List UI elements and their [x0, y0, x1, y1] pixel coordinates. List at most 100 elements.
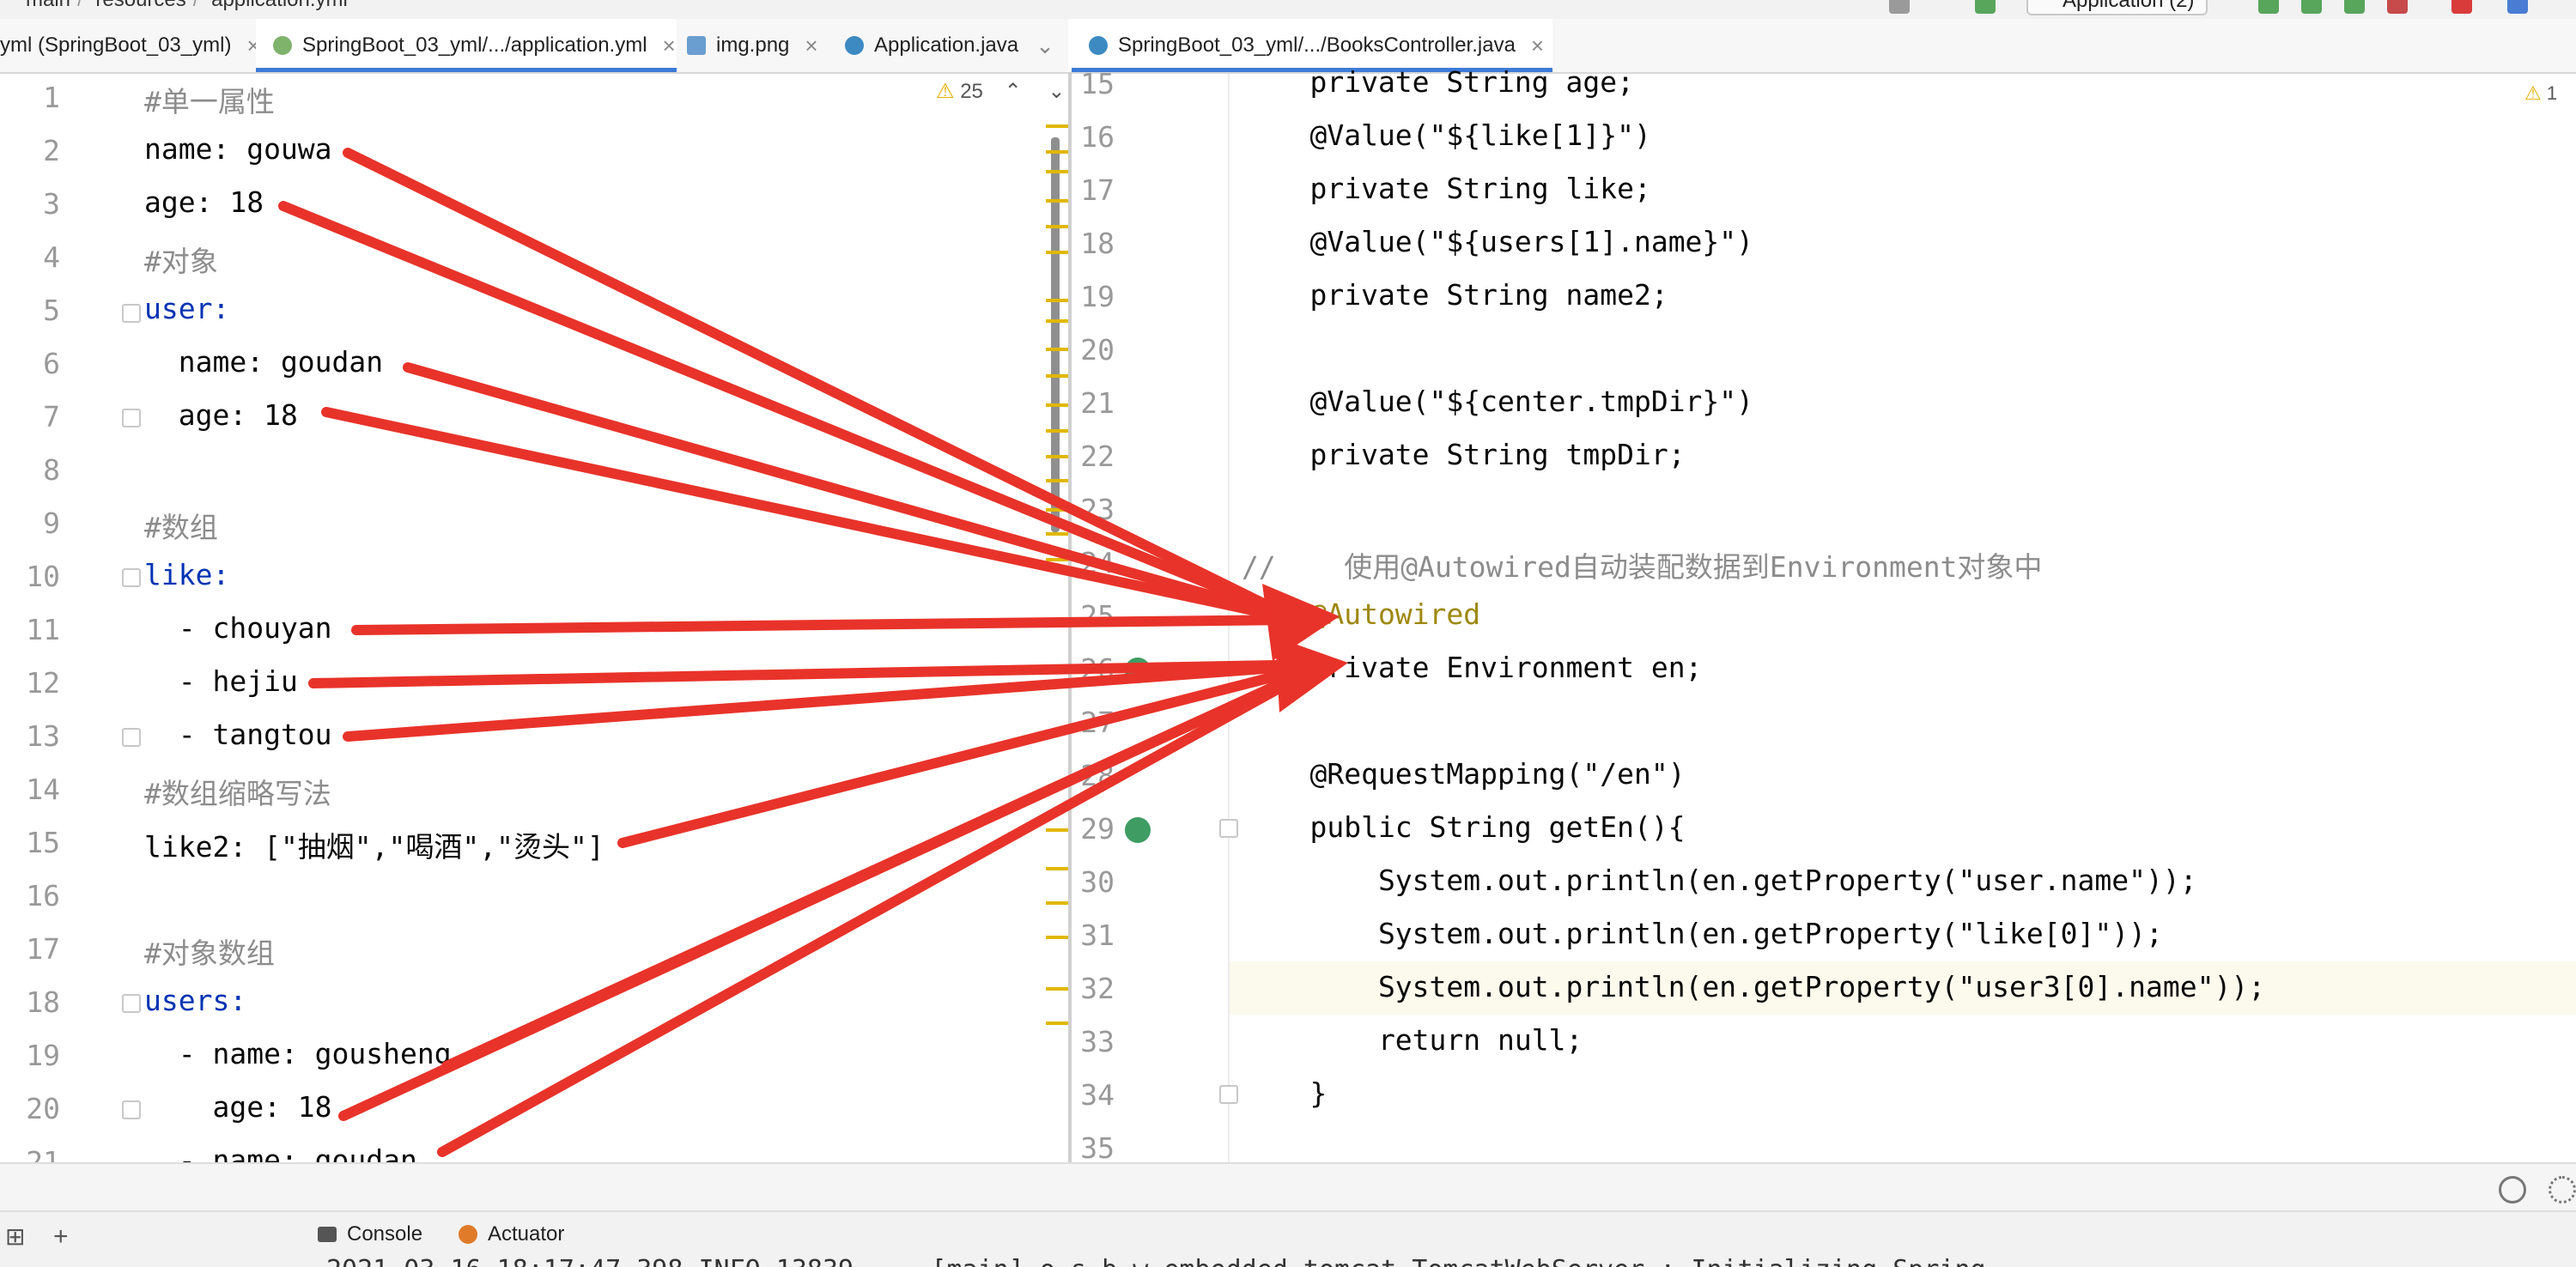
code-line[interactable]: - name: gousheng [144, 1037, 452, 1070]
build-hammer-icon[interactable] [1975, 0, 1996, 14]
run-tool-window: ⊞ + Console Actuator 2021-03-16 18:17:47… [0, 1210, 2576, 1267]
breadcrumb-item[interactable]: resources [95, 0, 185, 11]
run-configuration-select[interactable]: Application (2) [2026, 0, 2208, 15]
line-number: 27 [1080, 706, 1115, 739]
code-line[interactable]: private String like; [1242, 172, 1650, 205]
fold-marker[interactable] [1219, 1085, 1238, 1104]
code-line[interactable]: - chouyan [144, 611, 332, 645]
code-line[interactable]: @Autowired [1242, 597, 1480, 631]
code-line[interactable]: user: [144, 292, 229, 325]
code-line[interactable]: System.out.println(en.getProperty("user3… [1242, 970, 2265, 1003]
code-line[interactable]: #数组缩略写法 [144, 771, 331, 812]
code-line[interactable]: like2: ["抽烟","喝酒","烫头"] [144, 824, 605, 865]
chevron-up-icon[interactable]: ⌃ [1005, 80, 1022, 103]
line-number: 33 [1080, 1025, 1115, 1058]
run-icon[interactable] [2258, 0, 2279, 14]
gear-icon[interactable] [2549, 1176, 2576, 1203]
line-number: 20 [1080, 333, 1115, 367]
web-endpoint-icon[interactable] [1125, 817, 1151, 843]
code-line[interactable]: age: 18 [144, 185, 264, 219]
code-line[interactable]: #对象 [144, 239, 218, 280]
code-line[interactable]: @RequestMapping("/en") [1242, 757, 1685, 791]
bean-autowire-icon[interactable] [1125, 658, 1151, 683]
code-line[interactable]: #单一属性 [144, 79, 275, 120]
code-line[interactable]: private String name2; [1242, 278, 1668, 312]
translate-icon[interactable] [2507, 0, 2528, 14]
line-number: 25 [1080, 599, 1115, 633]
java-class-icon [1089, 36, 1108, 55]
warning-stripe[interactable] [1046, 374, 1068, 378]
breadcrumb-item[interactable]: application.yml [211, 0, 348, 11]
code-line[interactable]: public String getEn(){ [1242, 810, 1685, 844]
code-line[interactable]: @Value("${users[1].name}") [1242, 225, 1753, 258]
fold-marker[interactable] [122, 994, 141, 1013]
tab-img-png[interactable]: img.png × [687, 19, 818, 72]
target-icon[interactable] [2499, 1176, 2526, 1203]
line-number: 4 [43, 240, 60, 274]
tab-application-java[interactable]: Application.java ⌄ [845, 19, 1054, 72]
inspection-widget[interactable]: ⚠ 1 [2524, 82, 2557, 105]
code-line[interactable]: name: gouwa [144, 132, 332, 166]
fold-marker[interactable] [122, 568, 141, 587]
code-line[interactable]: like: [144, 558, 229, 591]
breadcrumb: main/ resources/ application.yml [26, 0, 348, 12]
code-line[interactable]: return null; [1242, 1023, 1583, 1057]
plus-icon[interactable]: + [53, 1222, 69, 1252]
line-number: 30 [1080, 865, 1115, 899]
line-number: 15 [26, 826, 60, 859]
tab-actuator[interactable]: Actuator [459, 1222, 564, 1246]
close-icon[interactable]: × [663, 33, 676, 59]
tab-application-yml[interactable]: SpringBoot_03_yml/.../application.yml × [256, 19, 677, 72]
warning-stripe[interactable] [1046, 532, 1068, 536]
warning-stripe[interactable] [1046, 319, 1068, 323]
inspection-widget[interactable]: ⚠ 25 ⌃ ⌄ [936, 79, 1065, 104]
breadcrumb-item[interactable]: main [26, 0, 70, 11]
code-line[interactable]: - tangtou [144, 718, 332, 751]
code-line[interactable]: private String age; [1242, 65, 1634, 99]
fold-marker[interactable] [122, 1100, 141, 1119]
tab-books-controller[interactable]: SpringBoot_03_yml/.../BooksController.ja… [1072, 19, 1552, 72]
code-line[interactable]: } [1242, 1076, 1327, 1110]
warning-stripe[interactable] [1046, 479, 1068, 482]
code-line[interactable]: #对象数组 [144, 931, 275, 972]
code-line[interactable]: private Environment en; [1242, 651, 1702, 684]
close-icon[interactable]: × [805, 33, 817, 59]
tab-yml-project[interactable]: yml (SpringBoot_03_yml) × [0, 19, 260, 72]
line-number: 13 [26, 719, 60, 753]
navigation-bar: main/ resources/ application.yml Applica… [0, 0, 2576, 19]
warning-stripe[interactable] [1046, 429, 1068, 433]
tab-console[interactable]: Console [318, 1222, 422, 1246]
fold-marker[interactable] [1219, 819, 1238, 838]
tab-label: SpringBoot_03_yml/.../BooksController.ja… [1118, 33, 1516, 57]
coverage-icon[interactable] [2344, 0, 2365, 14]
fold-marker[interactable] [122, 409, 141, 427]
fold-marker[interactable] [122, 728, 141, 747]
tab-label: SpringBoot_03_yml/.../application.yml [302, 33, 647, 57]
line-number: 18 [1080, 227, 1115, 260]
warning-stripe[interactable] [1046, 901, 1068, 905]
code-line[interactable]: System.out.println(en.getProperty("user.… [1242, 864, 2197, 897]
code-line[interactable]: System.out.println(en.getProperty("like[… [1242, 917, 2163, 950]
code-line[interactable]: name: goudan [144, 345, 383, 379]
code-line[interactable]: age: 18 [144, 1090, 331, 1124]
code-line[interactable]: private String tmpDir; [1242, 438, 1685, 471]
chevron-down-icon[interactable]: ⌄ [1036, 33, 1054, 59]
code-line[interactable]: @Value("${center.tmpDir}") [1242, 385, 1753, 418]
line-number: 16 [1080, 120, 1115, 154]
code-line[interactable]: @Value("${like[1]}") [1242, 118, 1650, 152]
code-line[interactable]: age: 18 [144, 398, 298, 432]
code-line[interactable]: #数组 [144, 505, 218, 546]
line-number: 12 [26, 666, 60, 700]
stop-icon[interactable] [2451, 0, 2472, 14]
code-line[interactable]: // 使用@Autowired自动装配数据到Environment对象中 [1242, 544, 2042, 585]
code-line[interactable]: - hejiu [144, 664, 298, 698]
code-line[interactable]: users: [144, 984, 246, 1017]
image-file-icon [687, 36, 706, 55]
line-number: 9 [43, 506, 60, 540]
fold-marker[interactable] [122, 304, 141, 323]
add-tab-icon[interactable]: ⊞ [5, 1222, 25, 1251]
user-icon[interactable] [1889, 0, 1910, 14]
debug-icon[interactable] [2301, 0, 2322, 14]
profile-icon[interactable] [2387, 0, 2408, 14]
close-icon[interactable]: × [1531, 33, 1544, 59]
